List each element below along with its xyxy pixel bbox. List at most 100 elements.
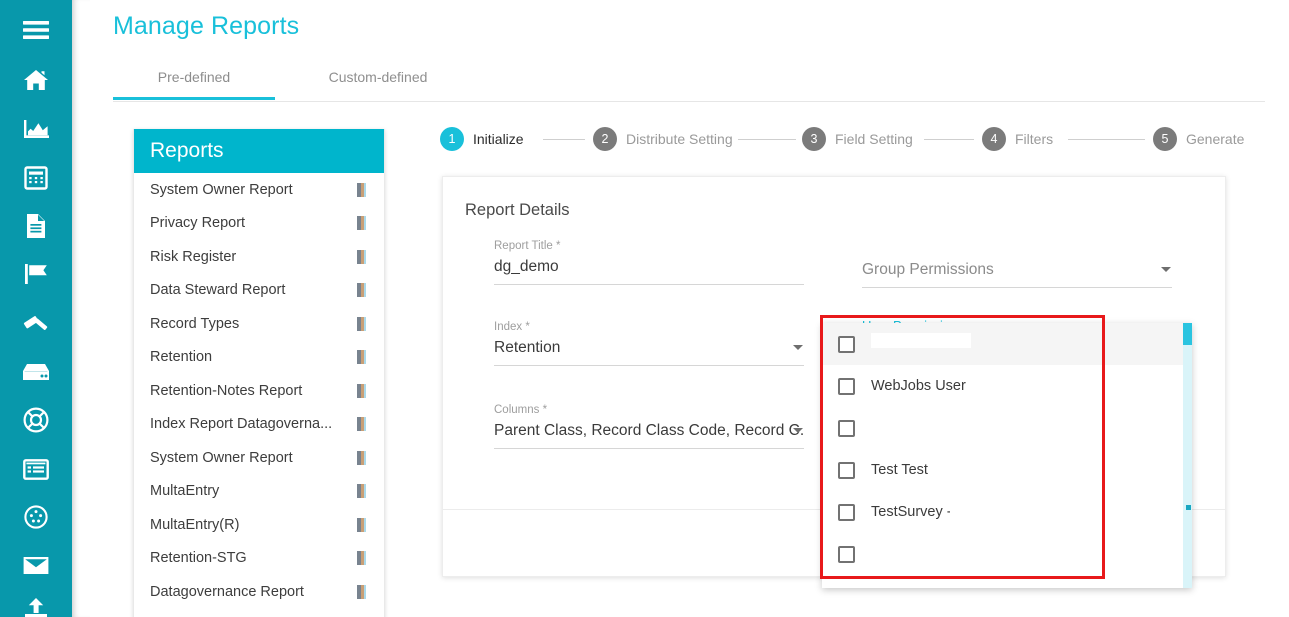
home-icon[interactable] (0, 63, 72, 97)
dropdown-scrollbar-thumb[interactable] (1183, 323, 1192, 345)
report-list-item[interactable]: Index Report Datagoverna... (134, 408, 384, 442)
user-permissions-dropdown[interactable]: WebJobs User Test Test TestSurvey -Test (822, 323, 1192, 588)
chevron-down-icon[interactable] (793, 428, 803, 433)
chart-area-icon[interactable] (0, 112, 72, 146)
list-window-icon[interactable] (0, 452, 72, 486)
step-connector (924, 139, 974, 140)
group-permissions-placeholder[interactable]: Group Permissions (862, 259, 1172, 280)
rail-shadow-gutter (72, 0, 90, 617)
report-list-item[interactable]: Privacy Report (134, 207, 384, 241)
dropdown-scrollbar-track[interactable] (1183, 323, 1192, 588)
redaction-mask (871, 417, 969, 432)
report-list-item[interactable]: System Owner Report (134, 441, 384, 475)
report-list-item-label: Datagovernance Report (150, 583, 304, 600)
cookie-circle-icon[interactable] (0, 500, 72, 534)
book-icon[interactable] (357, 551, 366, 566)
scrollbar-marker (1186, 505, 1191, 510)
step-field-setting[interactable]: 3 Field Setting (802, 127, 913, 151)
book-icon[interactable] (357, 383, 366, 398)
tab-custom-defined[interactable]: Custom-defined (288, 61, 468, 99)
archive-drawer-icon[interactable] (0, 355, 72, 389)
gavel-icon[interactable] (0, 306, 72, 340)
user-permission-option[interactable]: Test Test (822, 449, 1192, 491)
report-list-item[interactable]: Risk Register (134, 240, 384, 274)
step-filters[interactable]: 4 Filters (982, 127, 1053, 151)
lifebuoy-icon[interactable] (0, 403, 72, 437)
envelope-icon[interactable] (0, 548, 72, 582)
document-icon[interactable] (0, 209, 72, 243)
book-icon[interactable] (357, 316, 366, 331)
checkbox[interactable] (838, 503, 855, 521)
user-permission-option[interactable]: TestSurvey -Test (822, 491, 1192, 533)
chevron-down-icon[interactable] (1161, 267, 1171, 272)
upload-icon[interactable] (0, 592, 72, 617)
flag-icon[interactable] (0, 257, 72, 291)
checkbox[interactable] (838, 461, 855, 479)
book-icon[interactable] (357, 517, 366, 532)
field-underline (862, 287, 1172, 288)
book-icon[interactable] (357, 216, 366, 231)
step-initialize[interactable]: 1 Initialize (440, 127, 524, 151)
step-label: Filters (1015, 131, 1054, 147)
step-connector (543, 139, 585, 140)
redaction-mask (950, 499, 986, 519)
book-icon[interactable] (357, 283, 366, 298)
book-icon[interactable] (357, 417, 366, 432)
report-list-item-label: Privacy Report (150, 215, 246, 232)
user-permission-option-label: WebJobs User (871, 378, 966, 394)
book-icon[interactable] (357, 484, 366, 499)
step-label: Initialize (473, 131, 524, 147)
group-permissions-select[interactable]: Group Permissions (862, 259, 1172, 288)
step-number: 2 (593, 127, 617, 151)
book-icon[interactable] (357, 450, 366, 465)
report-list-item[interactable]: MultaEntry(R) (134, 508, 384, 542)
report-list-item-label: Retention (150, 349, 213, 366)
report-list-item[interactable]: Record Types (134, 307, 384, 341)
index-value[interactable]: Retention (494, 337, 804, 358)
book-icon[interactable] (357, 182, 366, 197)
user-permission-option[interactable] (822, 533, 1192, 575)
report-list-item[interactable]: Datagovernance Report (134, 575, 384, 609)
reports-panel-header: Reports (134, 129, 384, 173)
report-list-item-label: Index Report Datagoverna... (150, 416, 333, 433)
book-icon[interactable] (357, 350, 366, 365)
report-list-item[interactable]: Retention-Notes Report (134, 374, 384, 408)
book-icon[interactable] (357, 249, 366, 264)
report-list-item-label: MultaEntry (150, 483, 220, 500)
columns-value[interactable]: Parent Class, Record Class Code, Record … (494, 420, 804, 441)
report-list-item[interactable]: Retention-STG (134, 542, 384, 576)
step-distribute-setting[interactable]: 2 Distribute Setting (593, 127, 733, 151)
report-list-item[interactable]: MultaEntry (134, 475, 384, 509)
hamburger-menu-icon[interactable] (0, 13, 72, 47)
checkbox[interactable] (838, 545, 855, 563)
report-list-item[interactable]: Data Steward Report (134, 274, 384, 308)
step-generate[interactable]: 5 Generate (1153, 127, 1244, 151)
checkbox[interactable] (838, 335, 855, 353)
report-list-item[interactable]: System Owner Report (134, 173, 384, 207)
field-underline (494, 448, 804, 449)
columns-label: Columns * (494, 404, 548, 416)
calculator-icon[interactable] (0, 161, 72, 195)
step-label: Generate (1186, 131, 1245, 147)
app-root: Manage Reports Pre-defined Custom-define… (0, 0, 1289, 617)
user-permission-option[interactable]: WebJobs User (822, 365, 1192, 407)
user-permission-option[interactable] (822, 407, 1192, 449)
tab-pre-defined[interactable]: Pre-defined (113, 61, 275, 100)
user-permission-option[interactable] (822, 323, 1192, 365)
checkbox[interactable] (838, 377, 855, 395)
redaction-mask (871, 543, 957, 558)
index-select[interactable]: Index * Retention (494, 321, 804, 366)
step-number: 4 (982, 127, 1006, 151)
report-list-item-label: Retention-Notes Report (150, 382, 303, 399)
columns-select[interactable]: Columns * Parent Class, Record Class Cod… (494, 404, 804, 449)
step-number: 1 (440, 127, 464, 151)
report-title-field[interactable]: Report Title * dg_demo (494, 240, 804, 285)
report-title-input[interactable]: dg_demo (494, 256, 804, 277)
reports-list: System Owner Report Privacy Report Risk Re… (134, 173, 384, 609)
field-underline (494, 284, 804, 285)
left-icon-rail (0, 0, 72, 617)
report-list-item[interactable]: Retention (134, 341, 384, 375)
chevron-down-icon[interactable] (793, 345, 803, 350)
book-icon[interactable] (357, 584, 366, 599)
checkbox[interactable] (838, 419, 855, 437)
